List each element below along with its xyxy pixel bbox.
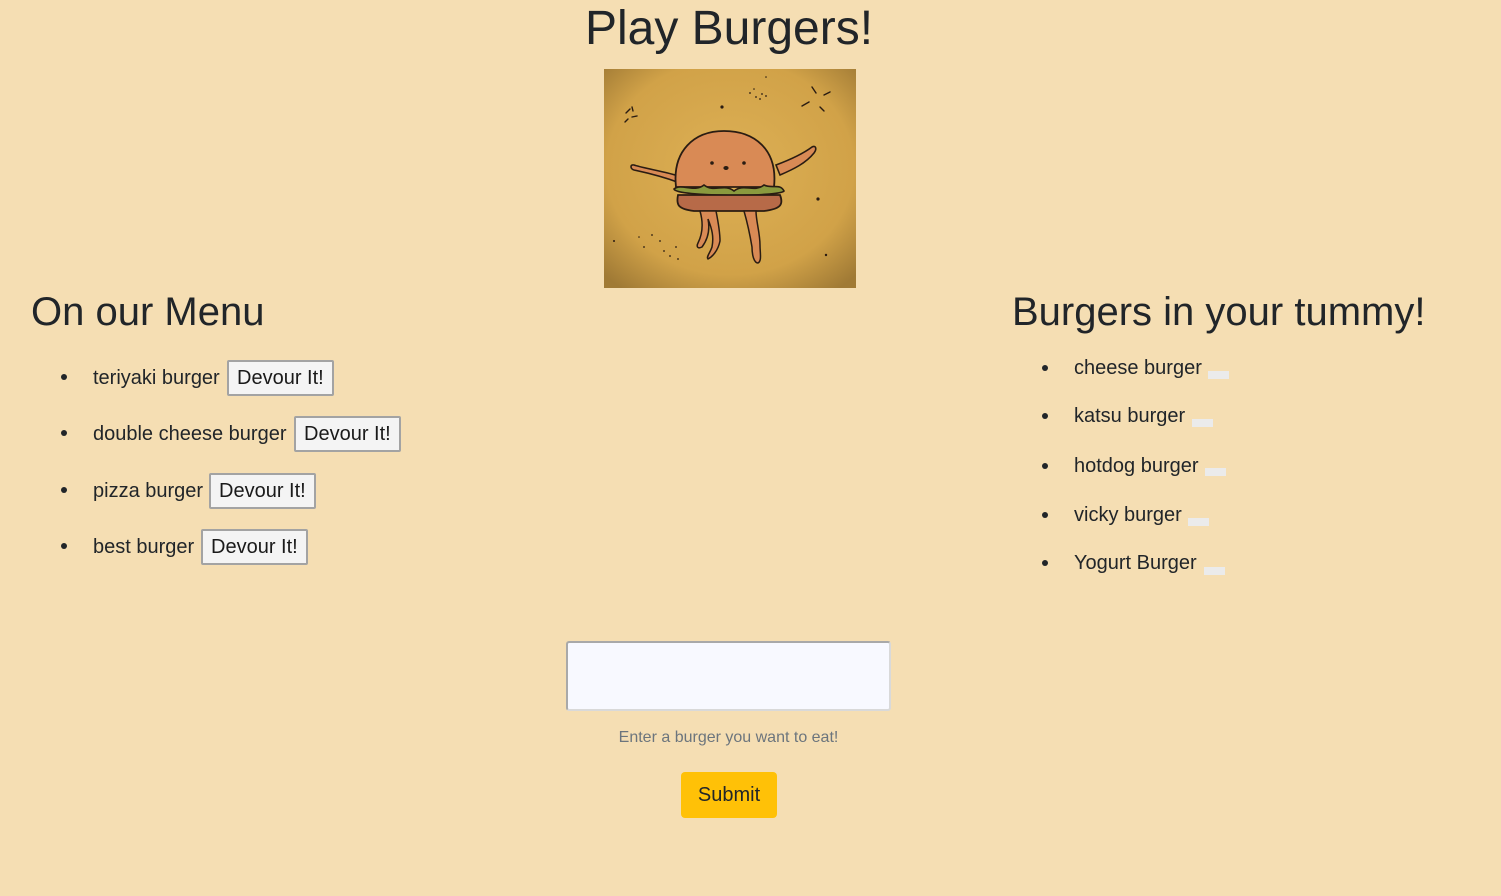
page-title: Play Burgers!	[584, 2, 874, 55]
tummy-item-name: vicky burger	[1074, 504, 1182, 526]
tummy-item-button[interactable]	[1192, 419, 1213, 427]
tummy-item-name: cheese burger	[1074, 357, 1202, 379]
tummy-item-button[interactable]	[1188, 518, 1209, 526]
bullet-icon	[1042, 365, 1048, 371]
menu-list: teriyaki burger Devour It! double cheese…	[60, 358, 660, 578]
bullet-icon	[1042, 512, 1048, 518]
submit-button[interactable]: Submit	[681, 772, 777, 818]
tummy-list: cheese burger katsu burger hotdog burger…	[1041, 355, 1481, 595]
bullet-icon	[1042, 560, 1048, 566]
tummy-heading: Burgers in your tummy!	[1012, 290, 1426, 334]
bullet-icon	[61, 374, 67, 380]
tummy-item-name: hotdog burger	[1074, 455, 1199, 477]
bullet-icon	[1042, 463, 1048, 469]
bullet-icon	[61, 487, 67, 493]
tummy-item-name: katsu burger	[1074, 405, 1186, 427]
devour-button[interactable]: Devour It!	[201, 529, 308, 565]
bullet-icon	[1042, 413, 1048, 419]
menu-item-name: best burger	[93, 536, 195, 558]
menu-item-name: teriyaki burger	[93, 367, 220, 389]
tummy-item-button[interactable]	[1205, 468, 1226, 476]
tummy-item-button[interactable]	[1208, 371, 1229, 379]
bullet-icon	[61, 543, 67, 549]
input-help-text: Enter a burger you want to eat!	[618, 729, 839, 746]
menu-item-name: pizza burger	[93, 480, 204, 502]
burger-image	[604, 69, 856, 288]
burger-input[interactable]	[566, 641, 891, 711]
menu-heading: On our Menu	[31, 290, 265, 334]
bullet-icon	[61, 430, 67, 436]
menu-item-name: double cheese burger	[93, 423, 287, 445]
devour-button[interactable]: Devour It!	[294, 416, 401, 452]
devour-button[interactable]: Devour It!	[209, 473, 316, 509]
tummy-item-name: Yogurt Burger	[1074, 552, 1197, 574]
devour-button[interactable]: Devour It!	[227, 360, 334, 396]
tummy-item-button[interactable]	[1204, 567, 1225, 575]
